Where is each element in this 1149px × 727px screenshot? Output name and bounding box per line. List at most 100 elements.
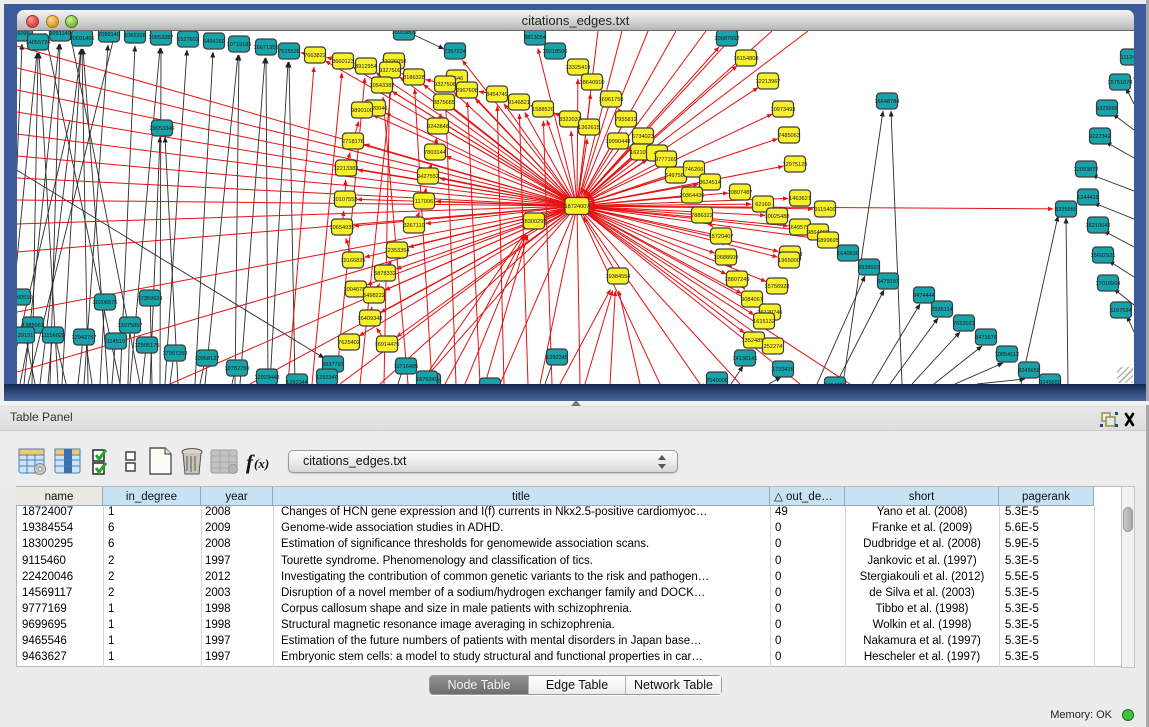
svg-text:15720407: 15720407 bbox=[709, 234, 734, 240]
svg-text:9777169: 9777169 bbox=[655, 157, 677, 163]
svg-text:10782759: 10782759 bbox=[225, 366, 250, 372]
svg-text:7955812: 7955812 bbox=[615, 117, 637, 123]
svg-text:7663822: 7663822 bbox=[304, 53, 326, 59]
svg-text:1167534: 1167534 bbox=[1110, 308, 1131, 314]
svg-text:14055724: 14055724 bbox=[26, 40, 51, 46]
svg-text:1640930: 1640930 bbox=[837, 251, 859, 257]
svg-text:12353354: 12353354 bbox=[385, 248, 410, 254]
svg-text:20206576: 20206576 bbox=[93, 300, 118, 306]
svg-text:5878332: 5878332 bbox=[374, 271, 396, 277]
svg-text:8660123: 8660123 bbox=[332, 59, 354, 65]
svg-text:16409348: 16409348 bbox=[358, 316, 383, 322]
svg-text:16671355: 16671355 bbox=[254, 45, 279, 51]
svg-text:19990448: 19990448 bbox=[606, 139, 631, 145]
svg-text:16914479: 16914479 bbox=[375, 342, 400, 348]
svg-text:3322037: 3322037 bbox=[559, 117, 581, 123]
svg-text:2091140: 2091140 bbox=[49, 31, 70, 37]
svg-text:9327509: 9327509 bbox=[379, 68, 401, 74]
svg-text:16154808: 16154808 bbox=[734, 56, 759, 62]
svg-text:16648784: 16648784 bbox=[875, 99, 900, 105]
svg-text:9329996: 9329996 bbox=[1096, 106, 1118, 112]
svg-text:9327508: 9327508 bbox=[434, 82, 456, 88]
svg-text:9146821: 9146821 bbox=[508, 100, 530, 106]
svg-text:20691406: 20691406 bbox=[70, 36, 95, 42]
svg-text:10107553: 10107553 bbox=[333, 197, 358, 203]
svg-text:7625402: 7625402 bbox=[338, 340, 360, 346]
svg-text:3875685: 3875685 bbox=[433, 100, 455, 106]
svg-text:26160510: 26160510 bbox=[17, 295, 32, 301]
svg-text:11716485: 11716485 bbox=[394, 364, 418, 370]
svg-text:7803144: 7803144 bbox=[424, 150, 446, 156]
svg-text:9242848: 9242848 bbox=[427, 124, 449, 130]
svg-text:8471676: 8471676 bbox=[975, 335, 997, 341]
svg-text:18640910: 18640910 bbox=[580, 80, 605, 86]
svg-text:114519: 114519 bbox=[107, 339, 125, 345]
svg-text:252274: 252274 bbox=[764, 344, 783, 350]
svg-text:10654935: 10654935 bbox=[330, 225, 355, 231]
svg-text:1112400: 1112400 bbox=[1121, 55, 1134, 61]
svg-text:1463627: 1463627 bbox=[789, 196, 811, 202]
svg-text:19384554: 19384554 bbox=[606, 274, 631, 280]
svg-text:29053346: 29053346 bbox=[150, 126, 175, 132]
svg-text:9245652: 9245652 bbox=[1018, 368, 1040, 374]
svg-text:12213383: 12213383 bbox=[334, 166, 359, 172]
svg-text:9474444: 9474444 bbox=[913, 293, 935, 299]
svg-text:13325419: 13325419 bbox=[566, 65, 591, 71]
svg-text:1362615: 1362615 bbox=[578, 125, 600, 131]
svg-text:18724007: 18724007 bbox=[565, 204, 590, 210]
svg-text:8813054: 8813054 bbox=[524, 35, 546, 41]
svg-text:1292345: 1292345 bbox=[546, 355, 568, 361]
svg-text:1615132: 1615132 bbox=[753, 319, 775, 325]
svg-text:9115400: 9115400 bbox=[814, 207, 835, 213]
svg-text:9245650: 9245650 bbox=[1039, 380, 1061, 384]
svg-text:10958127: 10958127 bbox=[195, 356, 220, 362]
svg-text:12923448: 12923448 bbox=[255, 375, 280, 381]
svg-text:2718176: 2718176 bbox=[342, 139, 364, 145]
svg-text:9227342: 9227342 bbox=[1089, 134, 1111, 140]
svg-text:16210643: 16210643 bbox=[1086, 223, 1111, 229]
svg-text:1675340: 1675340 bbox=[416, 377, 438, 383]
svg-text:8454749: 8454749 bbox=[486, 92, 508, 98]
svg-text:1065328: 1065328 bbox=[124, 33, 146, 39]
svg-text:17359924: 17359924 bbox=[138, 296, 163, 302]
svg-text:13975857: 13975857 bbox=[118, 323, 143, 329]
svg-text:8912954: 8912954 bbox=[355, 64, 377, 70]
svg-text:117006: 117006 bbox=[415, 199, 433, 205]
svg-text:62160: 62160 bbox=[755, 202, 771, 208]
svg-text:8454700: 8454700 bbox=[824, 383, 846, 384]
svg-text:9427552: 9427552 bbox=[417, 174, 439, 180]
svg-text:1244415: 1244415 bbox=[1077, 195, 1099, 201]
svg-text:6734023: 6734023 bbox=[632, 134, 654, 140]
svg-text:2540000: 2540000 bbox=[706, 378, 728, 384]
svg-text:10543382: 10543382 bbox=[370, 83, 395, 89]
svg-text:10719185: 10719185 bbox=[227, 42, 252, 48]
svg-text:9084067: 9084067 bbox=[741, 297, 763, 303]
svg-text:1292344: 1292344 bbox=[286, 380, 308, 384]
svg-text:8938923: 8938923 bbox=[858, 265, 880, 271]
svg-text:14136141: 14136141 bbox=[733, 356, 758, 362]
svg-text:2099140: 2099140 bbox=[98, 32, 120, 38]
svg-text:12942757: 12942757 bbox=[72, 335, 97, 341]
svg-text:8235955: 8235955 bbox=[1055, 207, 1077, 213]
svg-text:8186328: 8186328 bbox=[403, 75, 425, 81]
svg-text:12975125: 12975125 bbox=[783, 162, 808, 168]
svg-text:5498222: 5498222 bbox=[363, 293, 385, 299]
svg-text:16033809: 16033809 bbox=[392, 31, 417, 36]
svg-text:18300295: 18300295 bbox=[522, 219, 547, 225]
svg-text:1292340: 1292340 bbox=[316, 375, 338, 381]
svg-text:7515526: 7515526 bbox=[278, 49, 300, 55]
svg-text:1588520: 1588520 bbox=[532, 107, 554, 113]
svg-text:9890100: 9890100 bbox=[351, 108, 373, 114]
svg-text:3624514: 3624514 bbox=[699, 180, 721, 186]
svg-text:7632021: 7632021 bbox=[953, 321, 975, 327]
svg-text:10807487: 10807487 bbox=[728, 190, 753, 196]
svg-text:19166825: 19166825 bbox=[341, 258, 366, 264]
svg-text:1965000: 1965000 bbox=[778, 258, 800, 264]
svg-text:17957253: 17957253 bbox=[163, 351, 188, 357]
svg-text:10653287: 10653287 bbox=[149, 35, 174, 41]
svg-text:20364436: 20364436 bbox=[680, 193, 705, 199]
svg-text:7357224: 7357224 bbox=[444, 49, 466, 55]
svg-text:15751074: 15751074 bbox=[1108, 80, 1133, 86]
svg-text:19218506: 19218506 bbox=[543, 49, 568, 55]
svg-text:10854112: 10854112 bbox=[995, 352, 1019, 358]
